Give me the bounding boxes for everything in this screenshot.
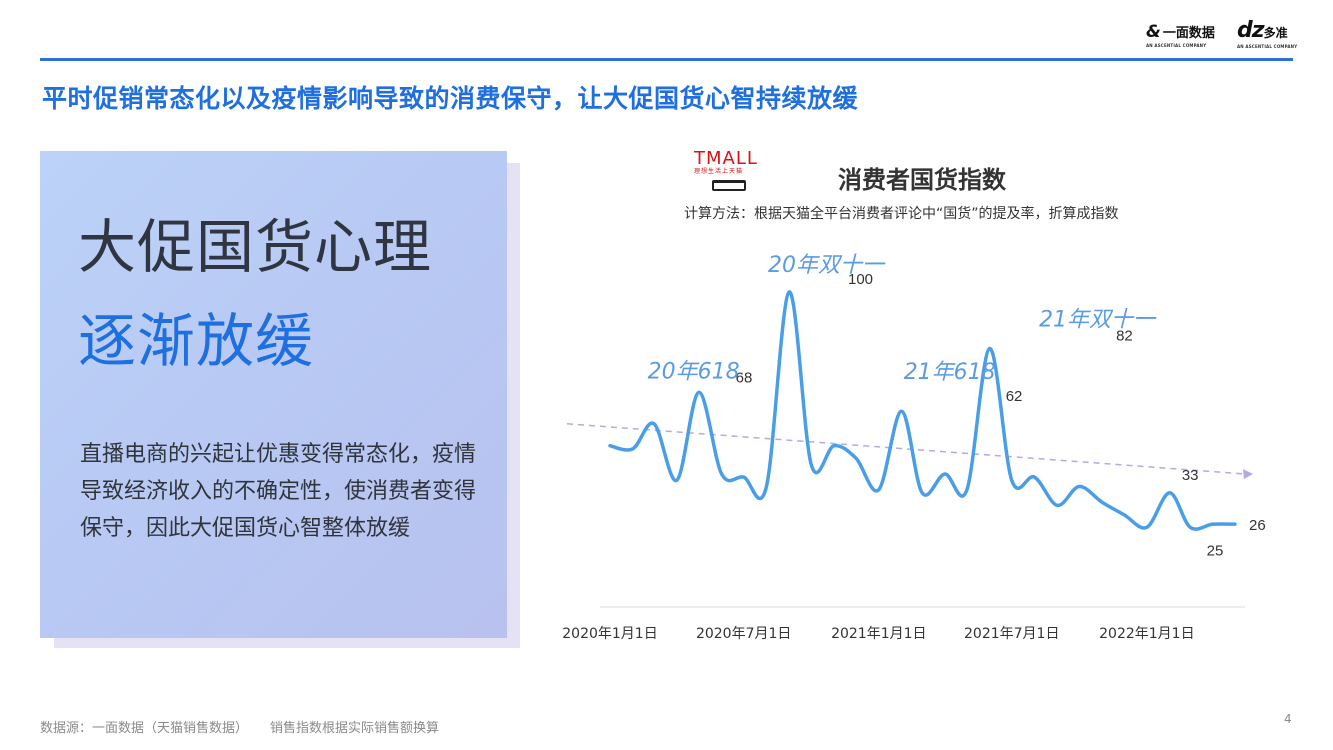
footer-note: 销售指数根据实际销售额换算 <box>270 721 440 736</box>
yimian-mark: & <box>1146 22 1161 42</box>
data-label: 33 <box>1182 467 1199 484</box>
tmall-tagline: 理想生活上天猫 <box>694 168 744 175</box>
data-label: 26 <box>1249 517 1266 534</box>
x-tick-label: 2020年7月1日 <box>696 626 791 642</box>
header-rule <box>40 58 1293 61</box>
dz-name: 多准 <box>1263 26 1288 40</box>
x-tick-label: 2021年7月1日 <box>964 626 1059 642</box>
x-tick-label: 2020年1月1日 <box>562 626 657 642</box>
chart-title: 消费者国货指数 <box>838 166 1006 194</box>
tmall-cat-icon <box>712 180 746 191</box>
data-label: 62 <box>1006 388 1023 405</box>
event-annotation: 20年双十一 <box>768 253 886 278</box>
panel-title-line1: 大促国货心理 <box>78 213 433 281</box>
brand-dz-logo: dz多准 AN ASCENTIAL COMPANY <box>1237 18 1297 49</box>
guohuo-index-chart: 681006282332526 20年61820年双十一21年61821年双十一… <box>562 253 1266 642</box>
panel-title-line2: 逐渐放缓 <box>78 307 315 375</box>
event-annotation: 20年618 <box>648 359 740 384</box>
footer-source: 数据源：一面数据（天猫销售数据） <box>40 721 249 736</box>
tmall-logo: TMALL 理想生活上天猫 <box>694 150 766 191</box>
brand-yimian-logo: & 一面数据 AN ASCENTIAL COMPANY <box>1146 22 1215 48</box>
x-tick-label: 2022年1月1日 <box>1099 626 1194 642</box>
chart-subtitle: 计算方法：根据天猫全平台消费者评论中“国货”的提及率，折算成指数 <box>684 206 1119 222</box>
x-tick-label: 2021年1月1日 <box>831 626 926 642</box>
event-annotation: 21年双十一 <box>1039 307 1157 332</box>
panel-body-text: 直播电商的兴起让优惠变得常态化，疫情导致经济收入的不确定性，使消费者变得保守，因… <box>80 442 477 541</box>
trend-arrow-icon <box>1243 468 1253 479</box>
yimian-subtitle: AN ASCENTIAL COMPANY <box>1146 43 1207 48</box>
footer: 数据源：一面数据（天猫销售数据） 销售指数根据实际销售额换算 <box>40 717 439 736</box>
event-annotation: 21年618 <box>904 360 996 385</box>
data-label: 25 <box>1207 542 1224 559</box>
dz-mark: dz <box>1237 18 1265 43</box>
page-number: 4 <box>1284 712 1292 726</box>
dz-subtitle: AN ASCENTIAL COMPANY <box>1237 44 1298 49</box>
tmall-logo-text: TMALL <box>694 148 758 169</box>
page-headline: 平时促销常态化以及疫情影响导致的消费保守，让大促国货心智持续放缓 <box>42 84 859 113</box>
yimian-name: 一面数据 <box>1162 26 1215 41</box>
